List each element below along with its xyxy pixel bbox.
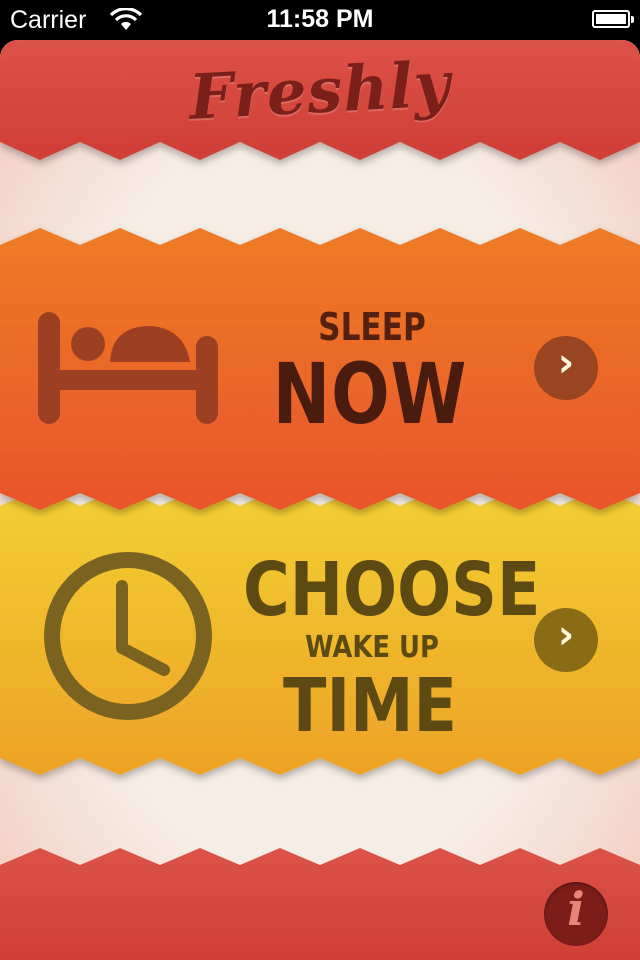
bed-icon <box>38 312 218 424</box>
time-label: TIME <box>283 663 457 749</box>
clock-time: 11:58 PM <box>266 5 374 33</box>
chevron-right-icon: › <box>557 612 575 658</box>
wake-up-label: WAKE UP <box>305 630 439 665</box>
sleep-label: SLEEP <box>318 305 426 349</box>
choose-label: CHOOSE <box>243 547 541 633</box>
status-bar: Carrier 11:58 PM <box>0 0 640 40</box>
chevron-right-icon: › <box>557 340 575 386</box>
battery-icon <box>592 10 634 28</box>
app-screen: Freshly SLEEP NOW › CHOOSE WAKE UP TIME … <box>0 40 640 960</box>
sleep-now-arrow-button[interactable]: › <box>534 336 598 400</box>
info-icon: i <box>567 882 585 936</box>
now-label: NOW <box>272 345 468 443</box>
choose-wake-time-arrow-button[interactable]: › <box>534 608 598 672</box>
info-button[interactable]: i <box>544 882 608 946</box>
clock-icon <box>44 552 212 720</box>
